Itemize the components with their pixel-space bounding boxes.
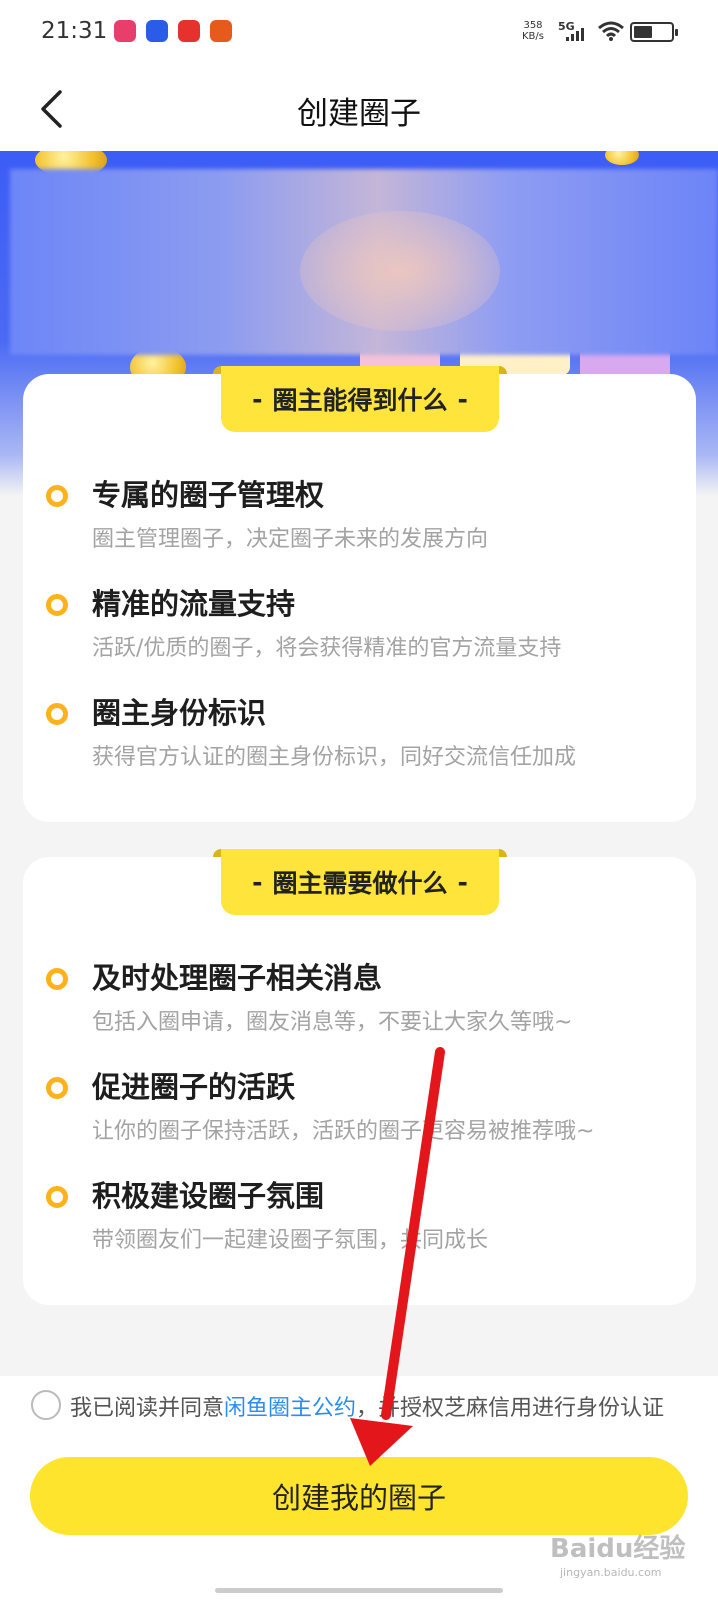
- item-description: 活跃/优质的圈子，将会获得精准的官方流量支持: [92, 636, 562, 661]
- netease-music-icon: [178, 20, 200, 42]
- item-title: 圈主身份标识: [92, 696, 267, 730]
- list-item: 专属的圈子管理权 圈主管理圈子，决定圈子未来的发展方向: [23, 466, 696, 576]
- benefits-card-header: - 圈主能得到什么 -: [213, 366, 507, 432]
- item-description: 圈主管理圈子，决定圈子未来的发展方向: [92, 527, 489, 552]
- notification-icons: [114, 20, 232, 42]
- item-description: 带领圈友们一起建设圈子氛围，共同成长: [92, 1228, 489, 1253]
- owner-convention-link[interactable]: 闲鱼圈主公约: [224, 1396, 356, 1421]
- bullet-ring-icon: [46, 1077, 68, 1099]
- network-speed-value: 358: [523, 20, 543, 31]
- taobao-icon: [210, 20, 232, 42]
- benefits-header-text: 圈主能得到什么: [272, 386, 448, 415]
- item-description: 包括入圈申请，圈友消息等，不要让大家久等哦~: [92, 1010, 573, 1035]
- header-dash-right: -: [457, 867, 468, 897]
- agreement-text: 我已阅读并同意闲鱼圈主公约，并授权芝麻信用进行身份认证: [70, 1390, 664, 1422]
- network-speed: 358 KB/s: [522, 20, 544, 42]
- duties-header-text: 圈主需要做什么: [272, 869, 448, 898]
- status-time: 21:31: [41, 18, 108, 44]
- page-title: 创建圈子: [297, 96, 421, 132]
- list-item: 促进圈子的活跃 让你的圈子保持活跃，活跃的圈子更容易被推荐哦~: [23, 1058, 696, 1168]
- agreement-suffix: ，并授权芝麻信用进行身份认证: [356, 1396, 665, 1421]
- battery-level: [634, 26, 652, 38]
- list-item: 及时处理圈子相关消息 包括入圈申请，圈友消息等，不要让大家久等哦~: [23, 949, 696, 1059]
- agreement-prefix: 我已阅读并同意: [70, 1396, 225, 1421]
- bullet-ring-icon: [46, 968, 68, 990]
- item-description: 让你的圈子保持活跃，活跃的圈子更容易被推荐哦~: [92, 1119, 595, 1144]
- list-item: 积极建设圈子氛围 带领圈友们一起建设圈子氛围，共同成长: [23, 1167, 696, 1277]
- list-item: 精准的流量支持 活跃/优质的圈子，将会获得精准的官方流量支持: [23, 575, 696, 685]
- agreement-row: 我已阅读并同意闲鱼圈主公约，并授权芝麻信用进行身份认证: [0, 1376, 718, 1434]
- nav-bar: 创建圈子: [0, 66, 718, 151]
- bullet-ring-icon: [46, 485, 68, 507]
- baidu-paw-icon: [146, 20, 168, 42]
- wifi-icon: [598, 21, 624, 41]
- header-dash-left: -: [252, 384, 263, 414]
- coin-decoration: [605, 151, 639, 165]
- baidu-watermark: Baidu经验: [550, 1534, 686, 1564]
- benefits-card: - 圈主能得到什么 - 专属的圈子管理权 圈主管理圈子，决定圈子未来的发展方向 …: [23, 366, 696, 822]
- item-title: 专属的圈子管理权: [92, 478, 325, 512]
- duties-card: - 圈主需要做什么 - 及时处理圈子相关消息 包括入圈申请，圈友消息等，不要让大…: [23, 849, 696, 1305]
- bullet-ring-icon: [46, 703, 68, 725]
- blurred-banner-glow: [300, 211, 500, 331]
- home-indicator[interactable]: [215, 1588, 503, 1593]
- item-description: 获得官方认证的圈主身份标识，同好交流信任加成: [92, 745, 577, 770]
- bullet-ring-icon: [46, 1186, 68, 1208]
- create-circle-button[interactable]: 创建我的圈子: [30, 1457, 688, 1535]
- header-dash-right: -: [457, 384, 468, 414]
- header-dash-left: -: [252, 867, 263, 897]
- network-speed-unit: KB/s: [522, 31, 544, 42]
- signal-icon: [566, 28, 584, 41]
- item-title: 积极建设圈子氛围: [92, 1179, 325, 1213]
- item-title: 及时处理圈子相关消息: [92, 961, 383, 995]
- item-title: 促进圈子的活跃: [92, 1070, 296, 1104]
- baidu-watermark-url: jingyan.baidu.com: [560, 1566, 662, 1579]
- agreement-checkbox[interactable]: [31, 1390, 61, 1420]
- battery-icon: [630, 22, 678, 42]
- item-title: 精准的流量支持: [92, 587, 296, 621]
- list-item: 圈主身份标识 获得官方认证的圈主身份标识，同好交流信任加成: [23, 684, 696, 794]
- weibo-icon: [114, 20, 136, 42]
- status-bar: 21:31 358 KB/s 5G: [0, 0, 718, 66]
- bullet-ring-icon: [46, 594, 68, 616]
- duties-card-header: - 圈主需要做什么 -: [213, 849, 507, 915]
